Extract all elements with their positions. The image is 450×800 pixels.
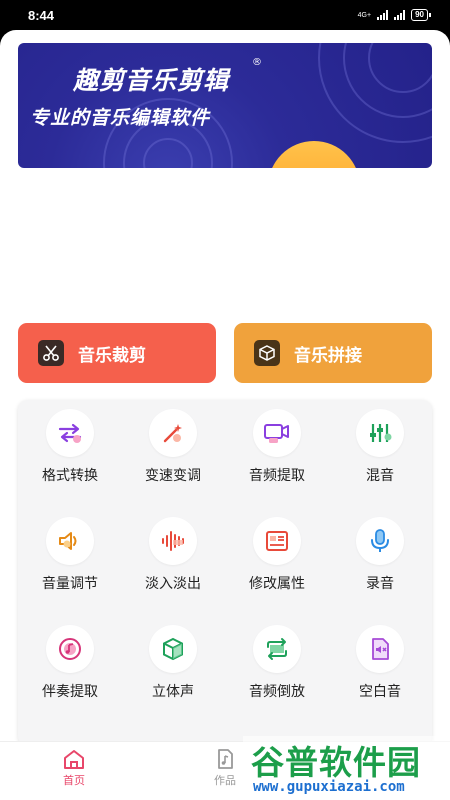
- music-cut-button[interactable]: 音乐裁剪: [18, 323, 216, 383]
- tool-label: 录音: [366, 576, 394, 592]
- microphone-icon: [356, 517, 404, 565]
- tab-home-label: 首页: [63, 774, 85, 787]
- tool-label: 立体声: [152, 684, 194, 700]
- tools-grid: 格式转换 变速变调 音频提取 混音 音量调节 淡入淡出 修改属性 录音 伴奏提取…: [18, 400, 432, 746]
- tool-label: 音频倒放: [249, 684, 305, 700]
- video-extract-icon: [253, 409, 301, 457]
- tool-label: 变速变调: [145, 468, 201, 484]
- music-join-button[interactable]: 音乐拼接: [234, 323, 432, 383]
- promo-banner[interactable]: 趣剪音乐剪辑 ® 专业的音乐编辑软件: [18, 43, 432, 168]
- tool-record[interactable]: 录音: [328, 508, 432, 608]
- tool-volume[interactable]: 音量调节: [18, 508, 122, 608]
- tool-silence[interactable]: 空白音: [328, 616, 432, 716]
- box-icon: [254, 340, 280, 366]
- tool-reverse[interactable]: 音频倒放: [225, 616, 329, 716]
- watermark-text: 谷普软件园: [251, 743, 421, 782]
- watermark-url: www.gupuxiazai.com: [253, 779, 405, 795]
- banner-sun: [268, 141, 360, 168]
- tab-works-label: 作品: [214, 774, 236, 787]
- waveform-icon: [149, 517, 197, 565]
- banner-title: 趣剪音乐剪辑: [73, 66, 230, 95]
- tool-label: 音量调节: [42, 576, 98, 592]
- mixer-icon: [356, 409, 404, 457]
- network-type: 4G+: [357, 11, 372, 19]
- cube-icon: [149, 625, 197, 673]
- tool-accompaniment[interactable]: 伴奏提取: [18, 616, 122, 716]
- music-cut-label: 音乐裁剪: [78, 345, 146, 366]
- scissors-icon: [38, 340, 64, 366]
- volume-icon: [46, 517, 94, 565]
- music-join-label: 音乐拼接: [294, 345, 362, 366]
- tool-label: 空白音: [359, 684, 401, 700]
- tool-audio-extract[interactable]: 音频提取: [225, 400, 329, 500]
- tool-label: 修改属性: [249, 576, 305, 592]
- tool-label: 音频提取: [249, 468, 305, 484]
- tool-label: 格式转换: [42, 468, 98, 484]
- magic-wand-icon: [149, 409, 197, 457]
- reverse-icon: [253, 625, 301, 673]
- tool-speed-pitch[interactable]: 变速变调: [121, 400, 225, 500]
- properties-icon: [253, 517, 301, 565]
- tool-label: 淡入淡出: [145, 576, 201, 592]
- banner-subtitle: 专业的音乐编辑软件: [30, 107, 211, 129]
- tool-label: 混音: [366, 468, 394, 484]
- signal-icon: [377, 10, 389, 20]
- tab-home[interactable]: 首页: [44, 748, 104, 788]
- tool-properties[interactable]: 修改属性: [225, 508, 329, 608]
- silent-file-icon: [356, 625, 404, 673]
- status-icons: 4G+ 90: [357, 9, 431, 21]
- tool-format-convert[interactable]: 格式转换: [18, 400, 122, 500]
- tool-label: 伴奏提取: [42, 684, 98, 700]
- battery-icon: 90: [411, 9, 431, 21]
- status-bar: 8:44 4G+ 90: [0, 0, 450, 30]
- tool-mix[interactable]: 混音: [328, 400, 432, 500]
- app-screen: 趣剪音乐剪辑 ® 专业的音乐编辑软件 音乐裁剪 音乐拼接 格式转换 变速变调 音…: [0, 30, 450, 800]
- home-icon: [64, 750, 84, 769]
- watermark: 谷普软件园 www.gupuxiazai.com: [243, 736, 450, 800]
- music-file-icon: [218, 749, 233, 769]
- signal-icon-2: [394, 10, 406, 20]
- registered-mark: ®: [252, 57, 262, 68]
- music-disc-icon: [46, 625, 94, 673]
- status-time: 8:44: [28, 8, 55, 23]
- format-convert-icon: [46, 409, 94, 457]
- tool-stereo[interactable]: 立体声: [121, 616, 225, 716]
- tool-fade[interactable]: 淡入淡出: [121, 508, 225, 608]
